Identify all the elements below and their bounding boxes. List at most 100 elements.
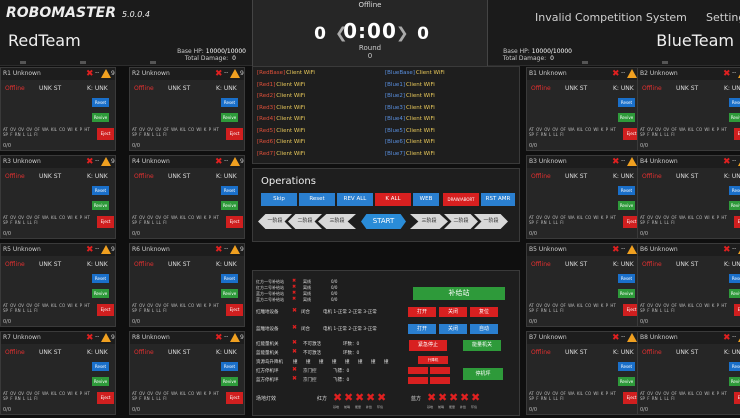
stage-right-3[interactable]: 三阶段: [410, 214, 448, 229]
revive-all-button[interactable]: REV ALL: [337, 193, 373, 206]
robot-reset-button[interactable]: Reset: [618, 186, 635, 195]
robot-reset-button[interactable]: Reset: [729, 186, 740, 195]
robot-revive-button[interactable]: Revive: [618, 113, 635, 122]
robot-reset-button[interactable]: Reset: [92, 362, 109, 371]
blue-pad-btn-1[interactable]: [408, 377, 428, 384]
robot-eject-button[interactable]: Eject: [734, 128, 740, 140]
robot-eject-button[interactable]: Eject: [97, 216, 114, 228]
blue-close-button[interactable]: 关闭: [439, 324, 467, 334]
robot-revive-button[interactable]: Revive: [92, 113, 109, 122]
stage-left-3[interactable]: 三阶段: [318, 214, 356, 229]
robot-reset-button[interactable]: Reset: [221, 98, 238, 107]
robot-eject-button[interactable]: Eject: [97, 304, 114, 316]
supply-row-state: 离线: [303, 297, 311, 302]
red-close-button[interactable]: 关闭: [439, 307, 467, 317]
stage-left-2[interactable]: 二阶段: [288, 214, 322, 229]
red-robot-card: R4 Unknown ✖ -- 9 Offline UNK ST K: UNK Reset Re…: [129, 155, 245, 239]
blue-auto-button[interactable]: 自动: [470, 324, 498, 334]
robot-dash: --: [224, 245, 229, 252]
operations-title: Operations: [261, 176, 316, 187]
robot-revive-button[interactable]: Revive: [729, 377, 740, 386]
web-button[interactable]: WEB: [413, 193, 439, 206]
robot-reset-button[interactable]: Reset: [221, 274, 238, 283]
red-pad-btn-1[interactable]: [408, 367, 428, 374]
start-button[interactable]: START: [361, 214, 406, 229]
draw-abort-button[interactable]: DRAW/ABORT: [443, 193, 479, 206]
robot-reset-button[interactable]: Reset: [729, 362, 740, 371]
wifi-label: [Red7]: [257, 150, 276, 157]
robot-revive-button[interactable]: Revive: [221, 377, 238, 386]
robot-eject-button[interactable]: Eject: [97, 128, 114, 140]
supply-station-button[interactable]: 补给站: [413, 287, 505, 300]
robot-eject-button[interactable]: Eject: [226, 304, 243, 316]
robot-revive-button[interactable]: Revive: [221, 113, 238, 122]
robot-reset-button[interactable]: Reset: [92, 98, 109, 107]
robot-revive-button[interactable]: Revive: [618, 289, 635, 298]
blue-robot-card: B7 Unknown✖--9OfflineUNK STK: UNKResetRe…: [526, 331, 642, 415]
stage-right-2[interactable]: 二阶段: [444, 214, 478, 229]
blue-pad-btn-2[interactable]: [430, 377, 450, 384]
robot-reset-button[interactable]: Reset: [729, 98, 740, 107]
robot-revive-button[interactable]: Revive: [618, 377, 635, 386]
warning-icon: [101, 69, 111, 78]
emergency-stop-button[interactable]: 紧急停止: [409, 340, 447, 351]
stage-left-1[interactable]: 一阶段: [258, 214, 292, 229]
kill-all-button[interactable]: K ALL: [375, 193, 411, 206]
robot-footer-count: 0/0: [3, 143, 12, 149]
reset-amr-button[interactable]: RST AMR: [481, 193, 515, 206]
robot-reset-button[interactable]: Reset: [618, 362, 635, 371]
round-indicator: Round 0: [358, 44, 382, 60]
robot-stage: UNK ST: [168, 173, 191, 180]
settings-link[interactable]: Settings: [706, 11, 740, 24]
robot-revive-button[interactable]: Revive: [618, 201, 635, 210]
robot-revive-button[interactable]: Revive: [92, 377, 109, 386]
robot-eject-button[interactable]: Eject: [734, 216, 740, 228]
robot-stage: UNK ST: [39, 349, 62, 356]
robot-eject-button[interactable]: Eject: [734, 392, 740, 404]
robot-reset-button[interactable]: Reset: [221, 186, 238, 195]
robot-eject-button[interactable]: Eject: [97, 392, 114, 404]
robot-revive-button[interactable]: Revive: [92, 201, 109, 210]
red-robot-card: R6 Unknown ✖ -- 9 Offline UNK ST K: UNK Reset Re…: [129, 243, 245, 327]
robot-status: Offline: [642, 349, 662, 356]
robot-revive-button[interactable]: Revive: [221, 289, 238, 298]
robot-footer-count: 0/0: [640, 143, 649, 149]
robot-reset-button[interactable]: Reset: [92, 186, 109, 195]
robot-stats-header: AT OV OV OV OF WA KIL CO WI K P HT SP F …: [640, 127, 727, 137]
light-x-icon: ✖: [355, 391, 365, 404]
robot-revive-button[interactable]: Revive: [729, 289, 740, 298]
power-mech-button[interactable]: 能量机关: [463, 340, 501, 351]
robot-revive-button[interactable]: Revive: [92, 289, 109, 298]
reset-button[interactable]: Reset: [299, 193, 335, 206]
elevator-button[interactable]: 升降机: [418, 356, 448, 364]
red-pad-btn-2[interactable]: [430, 367, 450, 374]
robot-name: R6 Unknown: [132, 246, 170, 253]
robot-eject-button[interactable]: Eject: [226, 216, 243, 228]
robot-k: K: UNK: [613, 349, 634, 356]
wifi-label: [Red6]: [257, 139, 276, 145]
stage-right-1[interactable]: 一阶段: [474, 214, 508, 229]
skip-button[interactable]: Skip: [261, 193, 297, 206]
robot-eject-button[interactable]: Eject: [734, 304, 740, 316]
robot-revive-button[interactable]: Revive: [729, 201, 740, 210]
blue-mech-hits: 环数：0: [343, 351, 360, 356]
robot-eject-button[interactable]: Eject: [226, 392, 243, 404]
red-open-button[interactable]: 打开: [408, 307, 436, 317]
blue-open-button[interactable]: 打开: [408, 324, 436, 334]
robot-revive-button[interactable]: Revive: [221, 201, 238, 210]
robot-reset-button[interactable]: Reset: [618, 274, 635, 283]
light-caption: 环境: [377, 405, 384, 409]
robot-eject-button[interactable]: Eject: [226, 128, 243, 140]
resource-mark: 撞: [371, 360, 376, 365]
robot-reset-button[interactable]: Reset: [618, 98, 635, 107]
robot-reset-button[interactable]: Reset: [92, 274, 109, 283]
robot-reset-button[interactable]: Reset: [729, 274, 740, 283]
robot-name: R1 Unknown: [3, 70, 41, 77]
robot-revive-button[interactable]: Revive: [729, 113, 740, 122]
robot-reset-button[interactable]: Reset: [221, 362, 238, 371]
robot-dash: --: [224, 333, 229, 340]
wifi-item: [Blue2]Client WiFi: [385, 91, 445, 103]
stop-pad-button[interactable]: 停机坪: [463, 368, 503, 380]
light-x-icon: ✖: [333, 391, 343, 404]
red-reset-button[interactable]: 复位: [470, 307, 498, 317]
